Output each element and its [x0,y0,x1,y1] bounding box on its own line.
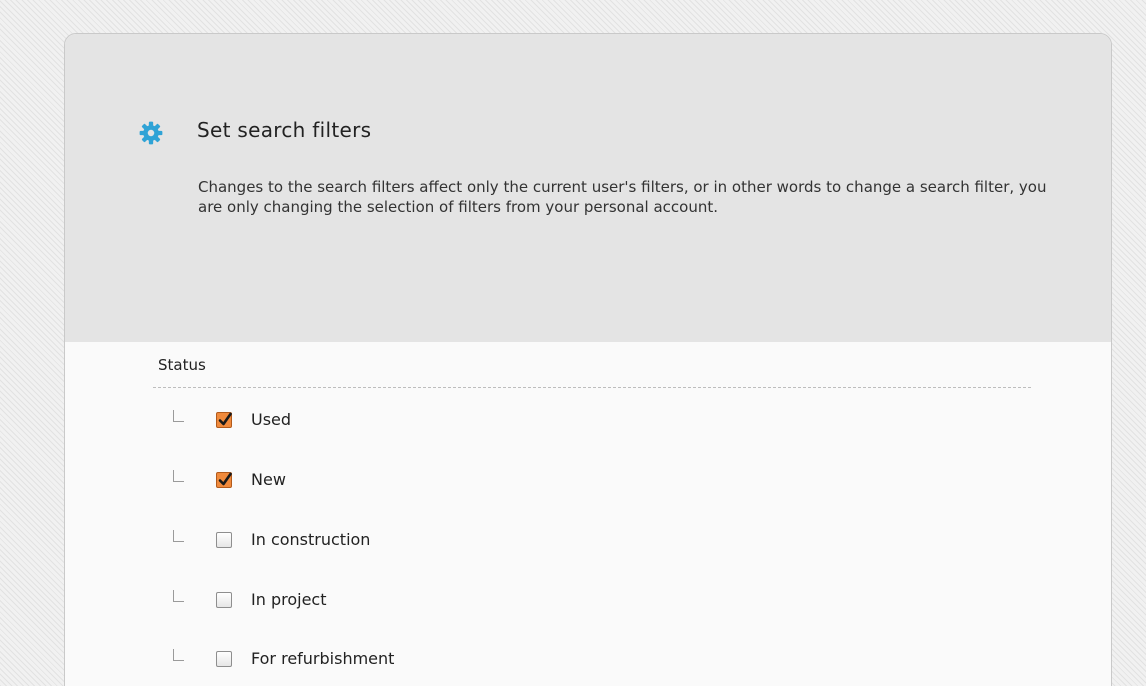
page-description: Changes to the search filters affect onl… [198,178,1047,216]
filter-item-in-project[interactable]: In project [65,590,665,616]
filter-item-in-construction[interactable]: In construction [65,530,665,556]
checkbox-in-project[interactable] [216,592,232,608]
section-divider [153,387,1031,388]
filter-item-used[interactable]: Used [65,410,665,436]
filter-item-for-refurbishment[interactable]: For refurbishment [65,649,665,675]
filter-item-new[interactable]: New [65,470,665,496]
tree-connector [173,410,184,422]
checkmark-icon [218,472,232,486]
checkmark-icon [218,412,232,426]
filter-label-used: Used [251,410,292,429]
filter-label-in-project: In project [251,590,327,609]
tree-connector [173,530,184,542]
page-title: Set search filters [197,118,372,142]
filter-label-in-construction: In construction [251,530,371,549]
checkbox-used[interactable] [216,412,232,428]
gear-icon [139,121,163,145]
panel-header: Set search filters Changes to the search… [65,34,1111,342]
checkbox-in-construction[interactable] [216,532,232,548]
checkbox-for-refurbishment[interactable] [216,651,232,667]
tree-connector [173,470,184,482]
filter-label-new: New [251,470,286,489]
filter-label-for-refurbishment: For refurbishment [251,649,395,668]
tree-connector [173,590,184,602]
tree-connector [173,649,184,661]
checkbox-new[interactable] [216,472,232,488]
status-section-label: Status [158,356,206,374]
filter-settings-panel: Set search filters Changes to the search… [64,33,1112,686]
